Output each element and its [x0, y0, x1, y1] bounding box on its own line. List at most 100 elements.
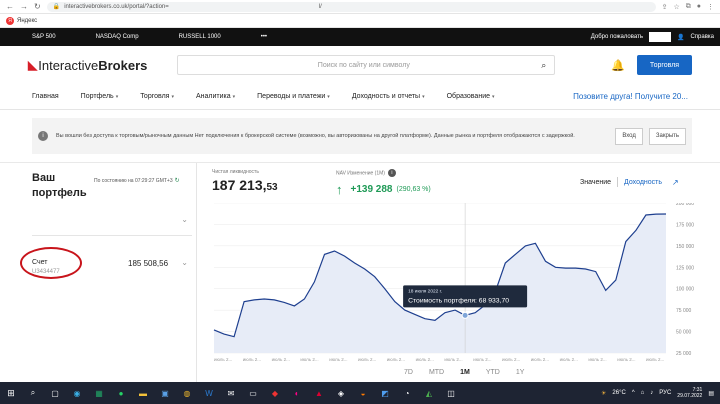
- chart-mode-toggles: Значение Доходность ↗: [580, 177, 679, 187]
- x-tick-label: июль 2...: [387, 357, 405, 362]
- refresh-icon[interactable]: ↻: [175, 178, 180, 184]
- weather-temp[interactable]: 26°C: [612, 390, 625, 396]
- portfolio-sidebar: Ваш портфель По состоянию на 07:29:27 GM…: [20, 163, 192, 387]
- ib-logo-icon: ◣: [28, 58, 38, 72]
- network-icon[interactable]: ⌂: [641, 390, 645, 396]
- x-tick-label: июль 2...: [214, 357, 232, 362]
- close-notice-button[interactable]: Закрыть: [648, 127, 686, 145]
- browser-extensions: ⇪ ☆ ⧉ ● ⋮: [662, 3, 720, 11]
- windows-start-icon[interactable]: ⊞: [0, 382, 22, 404]
- extension-icon[interactable]: ⧉: [686, 3, 691, 11]
- app-icon[interactable]: ◈: [331, 385, 351, 401]
- app-icon[interactable]: ◐: [287, 385, 307, 401]
- nav-change-label-text: NAV Изменение (1M): [336, 170, 385, 177]
- app-icon[interactable]: ◩: [375, 385, 395, 401]
- search-icon[interactable]: ⌕: [23, 385, 43, 401]
- x-tick-label: июль 2...: [617, 357, 635, 362]
- bookmark-yandex[interactable]: Яндекс: [17, 18, 37, 24]
- as-of-text: По состоянию на 07:29:27 GMT+3: [94, 178, 173, 184]
- menu-portfolio[interactable]: Портфель ▾: [81, 93, 119, 100]
- back-icon[interactable]: ←: [6, 2, 14, 11]
- url-text: interactivebrokers.co.uk/portal/?action=: [64, 3, 169, 10]
- excel-icon[interactable]: ▦: [89, 385, 109, 401]
- nav-change-percent: (290,63 %): [396, 186, 431, 193]
- chevron-down-icon[interactable]: ⌄: [181, 215, 188, 224]
- menu-education[interactable]: Образование ▾: [447, 93, 495, 100]
- whatsapp-icon[interactable]: ●: [111, 385, 131, 401]
- help-link[interactable]: Справка: [690, 34, 714, 40]
- star-icon[interactable]: ☆: [673, 3, 679, 11]
- user-icon[interactable]: 👤: [677, 34, 684, 41]
- as-of-timestamp: По состоянию на 07:29:27 GMT+3 ↻: [94, 177, 180, 184]
- range-1m[interactable]: 1M: [460, 369, 470, 376]
- range-ytd[interactable]: YTD: [486, 369, 500, 376]
- task-view-icon[interactable]: ▢: [45, 385, 65, 401]
- search-input[interactable]: Поиск по сайту или символу ⌕: [177, 55, 556, 75]
- invite-friend-link[interactable]: Позовите друга! Получите 20...: [573, 92, 688, 101]
- ticker-more[interactable]: •••: [261, 34, 267, 40]
- x-tick-label: июль 2...: [358, 357, 376, 362]
- logo-bold: Brokers: [98, 57, 148, 73]
- divider: [32, 235, 192, 236]
- volume-icon[interactable]: ♪: [650, 390, 653, 396]
- info-icon[interactable]: i: [387, 169, 396, 177]
- share-icon[interactable]: ⇪: [662, 3, 668, 11]
- menu-transfers[interactable]: Переводы и платежи ▾: [257, 93, 330, 100]
- chevron-down-icon[interactable]: ⌄: [181, 258, 188, 267]
- menu-reports[interactable]: Доходность и отчеты ▾: [352, 93, 425, 100]
- app-icon[interactable]: ◫: [441, 385, 461, 401]
- net-liquidity-label: Чистая ликвидность: [212, 169, 259, 175]
- edge-icon[interactable]: ◉: [67, 385, 87, 401]
- range-7d[interactable]: 7D: [404, 369, 413, 376]
- ticker-nasdaq[interactable]: NASDAQ Comp: [96, 34, 139, 40]
- app-icon[interactable]: ◒: [353, 385, 373, 401]
- bell-icon[interactable]: 🔔: [611, 59, 625, 72]
- address-bar[interactable]: 🔒 interactivebrokers.co.uk/portal/?actio…: [46, 1, 656, 12]
- word-icon[interactable]: W: [199, 385, 219, 401]
- profile-icon[interactable]: ●: [697, 3, 701, 11]
- chrome-icon[interactable]: ◍: [177, 385, 197, 401]
- photos-icon[interactable]: ▣: [155, 385, 175, 401]
- divider: [617, 177, 619, 187]
- acrobat-icon[interactable]: ◆: [265, 385, 285, 401]
- login-button[interactable]: Вход: [615, 127, 643, 145]
- clock[interactable]: 7:31 29.07.2022: [677, 387, 702, 400]
- x-tick-label: июль 2...: [502, 357, 520, 362]
- reload-icon[interactable]: ↻: [34, 2, 41, 11]
- terminal-icon[interactable]: ▭: [243, 385, 263, 401]
- tooltip-date: 18 июля 2022 г.: [408, 288, 442, 294]
- range-1y[interactable]: 1Y: [516, 369, 525, 376]
- weather-icon[interactable]: ☀: [601, 390, 606, 397]
- delayed-data-notice: i Вы вошли без доступа к торговым/рыночн…: [32, 118, 692, 154]
- mail-icon[interactable]: ✉: [221, 385, 241, 401]
- portfolio-value-chart[interactable]: 200 000 175 000 150 000 125 000 100 000 75 00…: [204, 203, 704, 363]
- x-tick-label: июль 2...: [531, 357, 549, 362]
- menu-research[interactable]: Аналитика ▾: [196, 93, 235, 100]
- chevron-down-icon: ▾: [171, 93, 174, 100]
- menu-home[interactable]: Главная: [32, 93, 59, 100]
- range-mtd[interactable]: MTD: [429, 369, 444, 376]
- file-explorer-icon[interactable]: ▬: [133, 385, 153, 401]
- ticker-russell[interactable]: RUSSELL 1000: [179, 34, 221, 40]
- app-icon[interactable]: ◔: [397, 385, 417, 401]
- toggle-value[interactable]: Значение: [580, 179, 611, 186]
- tray-chevron-icon[interactable]: ^: [632, 390, 635, 396]
- trade-button[interactable]: Торговля: [636, 55, 692, 75]
- more-icon[interactable]: ⋮: [707, 3, 714, 11]
- portfolio-content: Ваш портфель По состоянию на 07:29:27 GM…: [0, 162, 720, 387]
- external-link-icon[interactable]: ↗: [672, 178, 679, 187]
- language-indicator[interactable]: РУС: [659, 390, 671, 396]
- ib-logo[interactable]: ◣ Interactive Brokers: [28, 58, 177, 73]
- angular-icon[interactable]: ▲: [309, 385, 329, 401]
- search-icon[interactable]: ⌕: [541, 60, 546, 71]
- x-tick-label: июль 2...: [444, 357, 462, 362]
- chart-area-fill: [214, 214, 666, 353]
- menu-trade[interactable]: Торговля ▾: [140, 93, 174, 100]
- toggle-return[interactable]: Доходность: [624, 179, 662, 186]
- ticker-sp500[interactable]: S&P 500: [32, 34, 56, 40]
- forward-icon[interactable]: →: [20, 2, 28, 11]
- tooltip-value: Стоимость портфеля: 68 933,70: [408, 297, 509, 304]
- notifications-icon[interactable]: ▤: [708, 390, 714, 397]
- app-icon[interactable]: ◭: [419, 385, 439, 401]
- menu-portfolio-label: Портфель: [80, 93, 114, 100]
